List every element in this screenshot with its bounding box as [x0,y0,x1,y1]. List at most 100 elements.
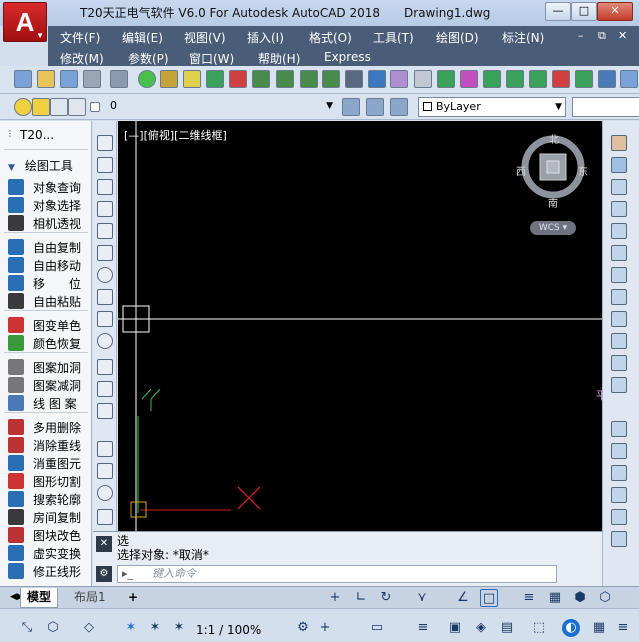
table-icon[interactable] [345,70,363,88]
magenta-tool-icon[interactable] [460,70,478,88]
lines-icon[interactable] [529,70,547,88]
layer-states-icon[interactable] [342,98,360,116]
tool-item[interactable]: 颜色恢复 [0,334,92,352]
ortho-icon[interactable]: ∟ [352,589,370,607]
polar-icon[interactable]: ↻ [377,589,395,607]
construction-line-icon[interactable] [97,157,113,173]
erase-icon[interactable] [611,135,627,151]
isolate-objects-icon[interactable]: ◈ [472,619,490,637]
select-box-icon[interactable] [414,70,432,88]
command-input[interactable]: ▸_ 键入命令 [117,565,557,583]
drawing-canvas[interactable]: [—][俯视][二维线框] 北 南 东 西 WCS ▾ 平 [118,121,602,531]
lock-ui-icon[interactable]: ▣ [446,619,464,637]
green-circle-icon[interactable] [138,70,156,88]
tool-item[interactable]: 多用删除 [0,418,92,436]
menu-window[interactable]: 窗口(W) [189,50,234,67]
erase-green-icon[interactable] [506,70,524,88]
explode-icon[interactable] [611,509,627,525]
compass-west[interactable]: 西 [516,163,526,178]
offset-icon[interactable] [611,201,627,217]
layer-color-swatch[interactable] [90,102,100,112]
menu-view[interactable]: 视图(V) [184,29,226,46]
blue-grid-icon[interactable] [368,70,386,88]
layer-dropdown[interactable]: 0 ▼ [106,97,336,117]
block-yellow-icon[interactable] [183,70,201,88]
customization-icon[interactable]: ▦ [590,619,608,637]
layer-freeze-icon[interactable] [32,98,50,116]
dynamic-ucs-icon[interactable]: ⤡ [18,619,36,637]
snap-icon[interactable]: + [326,589,344,607]
workspace-icon[interactable]: ⚙ [294,619,312,637]
tool-item[interactable]: 图变单色 [0,316,92,334]
plot-icon[interactable] [83,70,101,88]
compass-south[interactable]: 南 [548,195,558,210]
overflow-icon[interactable] [620,70,638,88]
tab-layout[interactable]: 布局1 [68,588,112,608]
break-icon[interactable] [611,377,627,393]
align-right-icon[interactable] [300,70,318,88]
transparency-icon[interactable]: ▦ [546,589,564,607]
properties-icon[interactable] [611,531,627,547]
previous-layer-icon[interactable] [390,98,408,116]
plus-icon[interactable]: + [316,619,334,637]
preview-icon[interactable] [110,70,128,88]
compass-east[interactable]: 东 [578,163,588,178]
doc-close-button[interactable]: ✕ [618,29,627,42]
align-bottom-icon[interactable] [276,70,294,88]
tool-item[interactable]: 搜索轮廓 [0,490,92,508]
menu-edit[interactable]: 编辑(E) [122,29,163,46]
wrench-icon[interactable]: ⚙ [96,566,112,582]
measure-icon[interactable] [598,70,616,88]
doc-restore-button[interactable]: ⧉ [598,29,606,43]
ellipse-icon[interactable] [97,333,113,349]
tool-item[interactable]: 修正线形 [0,562,92,580]
menu-help[interactable]: 帮助(H) [258,50,300,67]
align-top-icon[interactable] [322,70,340,88]
cube-icon[interactable]: ⬡ [44,619,62,637]
tool-item[interactable]: 自由移动 [0,256,92,274]
color-dropdown[interactable]: ByLayer ▼ [418,97,566,117]
object-snap-icon[interactable]: □ [480,589,498,607]
table-icon[interactable] [97,509,113,525]
pencil-green-icon[interactable] [437,70,455,88]
add-layout-button[interactable]: + [122,588,144,608]
isodraft-icon[interactable]: ⋎ [413,589,431,607]
revision-cloud-icon[interactable] [97,289,113,305]
compass-north[interactable]: 北 [549,131,559,146]
open-icon[interactable] [37,70,55,88]
menu-file[interactable]: 文件(F) [60,29,100,46]
tool-item[interactable]: 房间复制 [0,508,92,526]
menu-format[interactable]: 格式(O) [309,29,352,46]
auto-scale-icon[interactable]: ✶ [146,619,164,637]
command-prompt-icon[interactable]: ▸_ [122,566,133,582]
scale-icon[interactable] [611,289,627,305]
object-snap-tracking-icon[interactable]: ∠ [454,589,472,607]
tool-item[interactable]: 对象查询 [0,178,92,196]
annotation-scale[interactable]: 1:1 / 100% [196,623,261,637]
layer-on-icon[interactable] [14,98,32,116]
menu-draw[interactable]: 绘图(D) [436,29,479,46]
tool-item[interactable]: 自由复制 [0,238,92,256]
gizmo-icon[interactable]: ◇ [80,619,98,637]
clean-screen-icon[interactable]: ⬚ [530,619,548,637]
wcs-menu[interactable]: WCS ▾ [530,221,576,235]
array-icon[interactable] [611,223,627,239]
line-icon[interactable] [97,135,113,151]
tool-item[interactable]: 消重图元 [0,454,92,472]
gradient-icon[interactable] [97,485,113,501]
wave-icon[interactable] [390,70,408,88]
doc-minimize-button[interactable]: – [578,29,584,42]
mirror-icon[interactable] [611,179,627,195]
tool-item[interactable]: 自由粘贴 [0,292,92,310]
ellipse-arc-icon[interactable] [97,359,113,375]
extend-icon[interactable] [611,355,627,371]
rotate-icon[interactable] [611,267,627,283]
panel-grip-icon[interactable]: ⋮ [6,129,14,138]
stretch-icon[interactable] [611,311,627,327]
ab-text-icon[interactable] [575,70,593,88]
menu-icon[interactable]: ≡ [614,619,632,637]
annotation-scale-icon[interactable]: ✶ [170,619,188,637]
menu-parameters[interactable]: 参数(P) [128,50,169,67]
close-button[interactable]: ✕ [597,2,633,21]
graphics-performance-icon[interactable]: ▤ [498,619,516,637]
